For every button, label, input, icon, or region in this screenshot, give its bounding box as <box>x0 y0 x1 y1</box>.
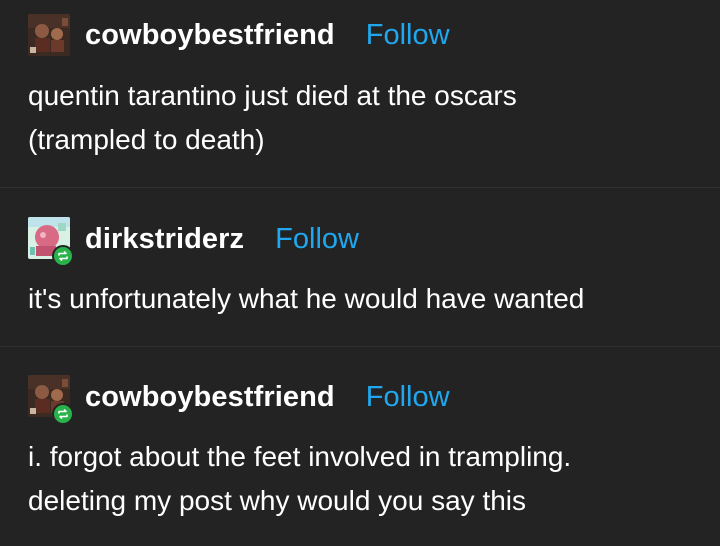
reblog-icon <box>52 245 74 267</box>
post-3: cowboybestfriend Follow i. forgot about … <box>0 347 720 546</box>
reblog-icon-glyph <box>58 409 68 419</box>
post-body: it's unfortunately what he would have wa… <box>28 277 698 321</box>
reblog-icon-glyph <box>58 251 68 261</box>
post-body: quentin tarantino just died at the oscar… <box>28 74 698 162</box>
post-header: cowboybestfriend Follow <box>85 376 450 418</box>
reblog-icon <box>52 403 74 425</box>
follow-button[interactable]: Follow <box>366 19 450 52</box>
post-text-line: it's unfortunately what he would have wa… <box>28 283 585 314</box>
post-text-line: i. forgot about the feet involved in tra… <box>28 441 572 472</box>
follow-button[interactable]: Follow <box>366 381 450 414</box>
post-text-line: quentin tarantino just died at the oscar… <box>28 80 517 111</box>
username[interactable]: cowboybestfriend <box>85 19 335 52</box>
follow-button[interactable]: Follow <box>275 223 359 256</box>
post-text-line: (trampled to death) <box>28 124 265 155</box>
post-text-line: deleting my post why would you say this <box>28 485 527 516</box>
username[interactable]: dirkstriderz <box>85 223 244 256</box>
username[interactable]: cowboybestfriend <box>85 381 335 414</box>
avatar-image <box>28 14 70 56</box>
avatar-cowboybestfriend[interactable] <box>28 14 70 56</box>
post-body: i. forgot about the feet involved in tra… <box>28 435 698 523</box>
post-header: cowboybestfriend Follow <box>85 14 450 56</box>
post-2: dirkstriderz Follow it's unfortunately w… <box>0 188 720 346</box>
post-1: cowboybestfriend Follow quentin tarantin… <box>0 0 720 187</box>
post-header: dirkstriderz Follow <box>85 218 359 260</box>
